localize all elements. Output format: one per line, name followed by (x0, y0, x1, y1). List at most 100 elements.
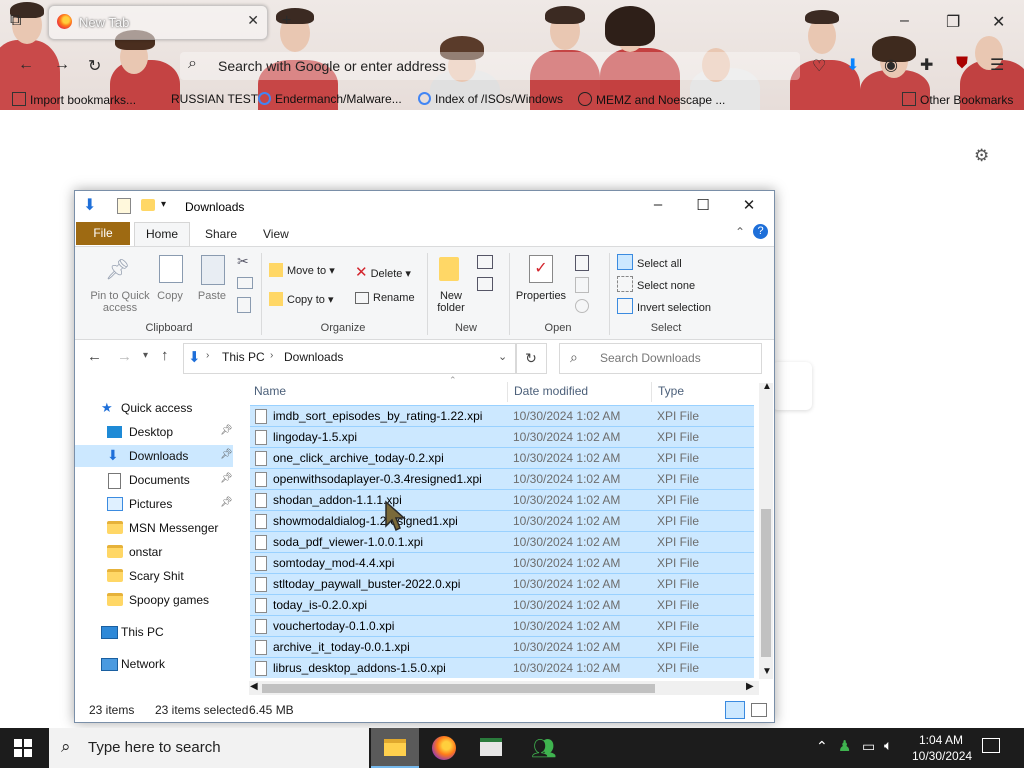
scroll-left-icon[interactable]: ◀ (250, 681, 258, 692)
edit-icon[interactable] (575, 277, 589, 293)
file-row[interactable]: lingoday-1.5.xpi 10/30/2024 1:02 AM XPI Fi… (250, 426, 754, 447)
bookmark-russian-test[interactable]: RUSSIAN TEST (171, 92, 258, 106)
history-icon[interactable] (575, 299, 589, 313)
vertical-scrollbar[interactable]: ▲ ▼ (759, 381, 773, 679)
ublock-icon[interactable]: ⛊ (956, 55, 968, 73)
new-item-icon[interactable] (477, 255, 493, 269)
bookmark-other[interactable]: Other Bookmarks (902, 92, 1013, 107)
extensions-icon[interactable]: ✚ (920, 55, 933, 75)
column-type[interactable]: Type (658, 384, 684, 398)
bookmark-memz[interactable]: MEMZ and Noescape ... (578, 92, 725, 107)
minimize-icon[interactable]: – (900, 12, 909, 30)
forward-button[interactable]: → (117, 348, 132, 365)
new-tab-icon[interactable]: + (282, 12, 291, 30)
bookmark-import[interactable]: Import bookmarks... (12, 92, 136, 107)
taskbar-app-window[interactable] (468, 728, 516, 768)
file-row[interactable]: openwithsodaplayer-0.3.4resigned1.xpi 10/… (250, 468, 754, 489)
file-row[interactable]: stltoday_paywall_buster-2022.0.xpi 10/30/… (250, 573, 754, 594)
bookmark-index-isos[interactable]: Index of /ISOs/Windows (418, 92, 563, 106)
rename-button[interactable]: Rename (355, 292, 415, 304)
close-window-icon[interactable]: ✕ (992, 12, 1005, 32)
scroll-up-icon[interactable]: ▲ (762, 381, 772, 392)
close-button[interactable]: ✕ (734, 196, 764, 214)
refresh-button[interactable]: ↻ (515, 343, 547, 374)
tray-people-icon[interactable]: ♟ (838, 737, 851, 755)
back-button[interactable]: ← (87, 348, 102, 365)
bookmark-endermanch[interactable]: Endermanch/Malware... (258, 92, 402, 106)
pin-to-quick-access-button[interactable]: Pin to Quick access (81, 290, 159, 314)
nav-desktop[interactable]: Desktop 📌︎ (75, 421, 233, 443)
copy-button[interactable]: Copy (149, 290, 191, 302)
nav-spoopy-games[interactable]: Spoopy games (75, 589, 233, 611)
gear-icon[interactable]: ⚙ (974, 146, 989, 166)
address-dropdown-icon[interactable]: ⌄ (498, 350, 507, 363)
new-folder-button[interactable]: New folder (427, 290, 475, 314)
column-name[interactable]: Name (254, 384, 286, 398)
up-button[interactable]: ↑ (161, 347, 169, 364)
maximize-button[interactable]: ☐ (688, 196, 718, 214)
volume-icon[interactable]: 🔈︎ (884, 737, 892, 754)
taskbar-search[interactable]: ⌕ Type here to search (49, 728, 369, 768)
nav-this-pc[interactable]: This PC (75, 621, 233, 643)
new-folder-qat-icon[interactable] (141, 199, 155, 211)
tab-view[interactable]: View (263, 227, 289, 241)
delete-button[interactable]: ✕ Delete ▾ (355, 263, 411, 281)
network-tray-icon[interactable]: ▭ (862, 738, 875, 755)
taskbar-clock[interactable]: 1:04 AM 10/30/2024 (912, 732, 972, 764)
nav-onstar[interactable]: onstar (75, 541, 233, 563)
tab-share[interactable]: Share (205, 227, 237, 241)
file-row[interactable]: today_is-0.2.0.xpi 10/30/2024 1:02 AM XPI … (250, 594, 754, 615)
scroll-down-icon[interactable]: ▼ (762, 666, 772, 677)
taskbar-file-explorer[interactable] (371, 728, 419, 768)
invert-selection-button[interactable]: Invert selection (617, 298, 711, 314)
nav-pictures[interactable]: Pictures 📌︎ (75, 493, 233, 515)
collapse-ribbon-icon[interactable]: ⌃ (735, 225, 745, 239)
nav-scary-shit[interactable]: Scary Shit (75, 565, 233, 587)
horizontal-scroll-thumb[interactable] (262, 684, 655, 693)
taskbar-msn-messenger[interactable]: 👥︎ (517, 728, 565, 768)
tab-home[interactable]: Home (134, 222, 190, 247)
help-icon[interactable]: ? (753, 224, 768, 239)
file-row[interactable]: soda_pdf_viewer-1.0.0.1.xpi 10/30/2024 1:… (250, 531, 754, 552)
firefox-view-icon[interactable]: ⧉ (10, 12, 21, 30)
copy-path-icon[interactable] (237, 277, 253, 289)
select-none-button[interactable]: Select none (617, 276, 695, 292)
url-bar[interactable]: ⌕ Search with Google or enter address (180, 52, 800, 80)
select-all-button[interactable]: Select all (617, 254, 682, 270)
horizontal-scrollbar[interactable]: ◀ ▶ (249, 681, 759, 695)
nav-msn-messenger[interactable]: MSN Messenger (75, 517, 233, 539)
pocket-icon[interactable]: ♡ (812, 56, 826, 76)
easy-access-icon[interactable] (477, 277, 493, 291)
downloads-icon[interactable]: ⬇ (846, 55, 859, 75)
nav-documents[interactable]: Documents 📌︎ (75, 469, 233, 491)
open-icon[interactable] (575, 255, 589, 271)
qat-dropdown-icon[interactable]: ▾ (161, 199, 166, 210)
menu-icon[interactable]: ☰ (990, 55, 1004, 75)
taskbar-firefox[interactable] (420, 728, 468, 768)
file-row[interactable]: imdb_sort_episodes_by_rating-1.22.xpi 10/… (250, 405, 754, 426)
tray-overflow-icon[interactable]: ⌃ (816, 738, 828, 755)
cut-icon[interactable]: ✂ (237, 253, 249, 270)
paste-shortcut-icon[interactable] (237, 297, 251, 313)
file-row[interactable]: showmodaldialog-1.2resigned1.xpi 10/30/20… (250, 510, 754, 531)
paste-button[interactable]: Paste (191, 290, 233, 302)
windows-start-icon[interactable] (14, 739, 32, 757)
back-icon[interactable]: ← (18, 56, 34, 74)
file-row[interactable]: archive_it_today-0.0.1.xpi 10/30/2024 1:0… (250, 636, 754, 657)
account-icon[interactable]: ◉ (884, 55, 898, 75)
file-row[interactable]: vouchertoday-0.1.0.xpi 10/30/2024 1:02 AM… (250, 615, 754, 636)
minimize-button[interactable]: – (643, 196, 673, 213)
file-row[interactable]: shodan_addon-1.1.1.xpi 10/30/2024 1:02 AM… (250, 489, 754, 510)
details-view-button[interactable] (725, 701, 745, 719)
breadcrumb-downloads[interactable]: Downloads (284, 350, 343, 364)
tab-file[interactable]: File (76, 222, 130, 245)
nav-network[interactable]: Network (75, 653, 233, 675)
file-row[interactable]: one_click_archive_today-0.2.xpi 10/30/202… (250, 447, 754, 468)
properties-qat-icon[interactable] (117, 198, 131, 214)
nav-downloads[interactable]: ⬇ Downloads 📌︎ (75, 445, 233, 467)
copy-to-button[interactable]: Copy to ▾ (269, 292, 334, 306)
scroll-right-icon[interactable]: ▶ (746, 681, 754, 692)
recent-locations-icon[interactable]: ▾ (143, 350, 148, 361)
restore-icon[interactable]: ❐ (946, 12, 960, 32)
properties-button[interactable]: Properties (513, 290, 569, 302)
